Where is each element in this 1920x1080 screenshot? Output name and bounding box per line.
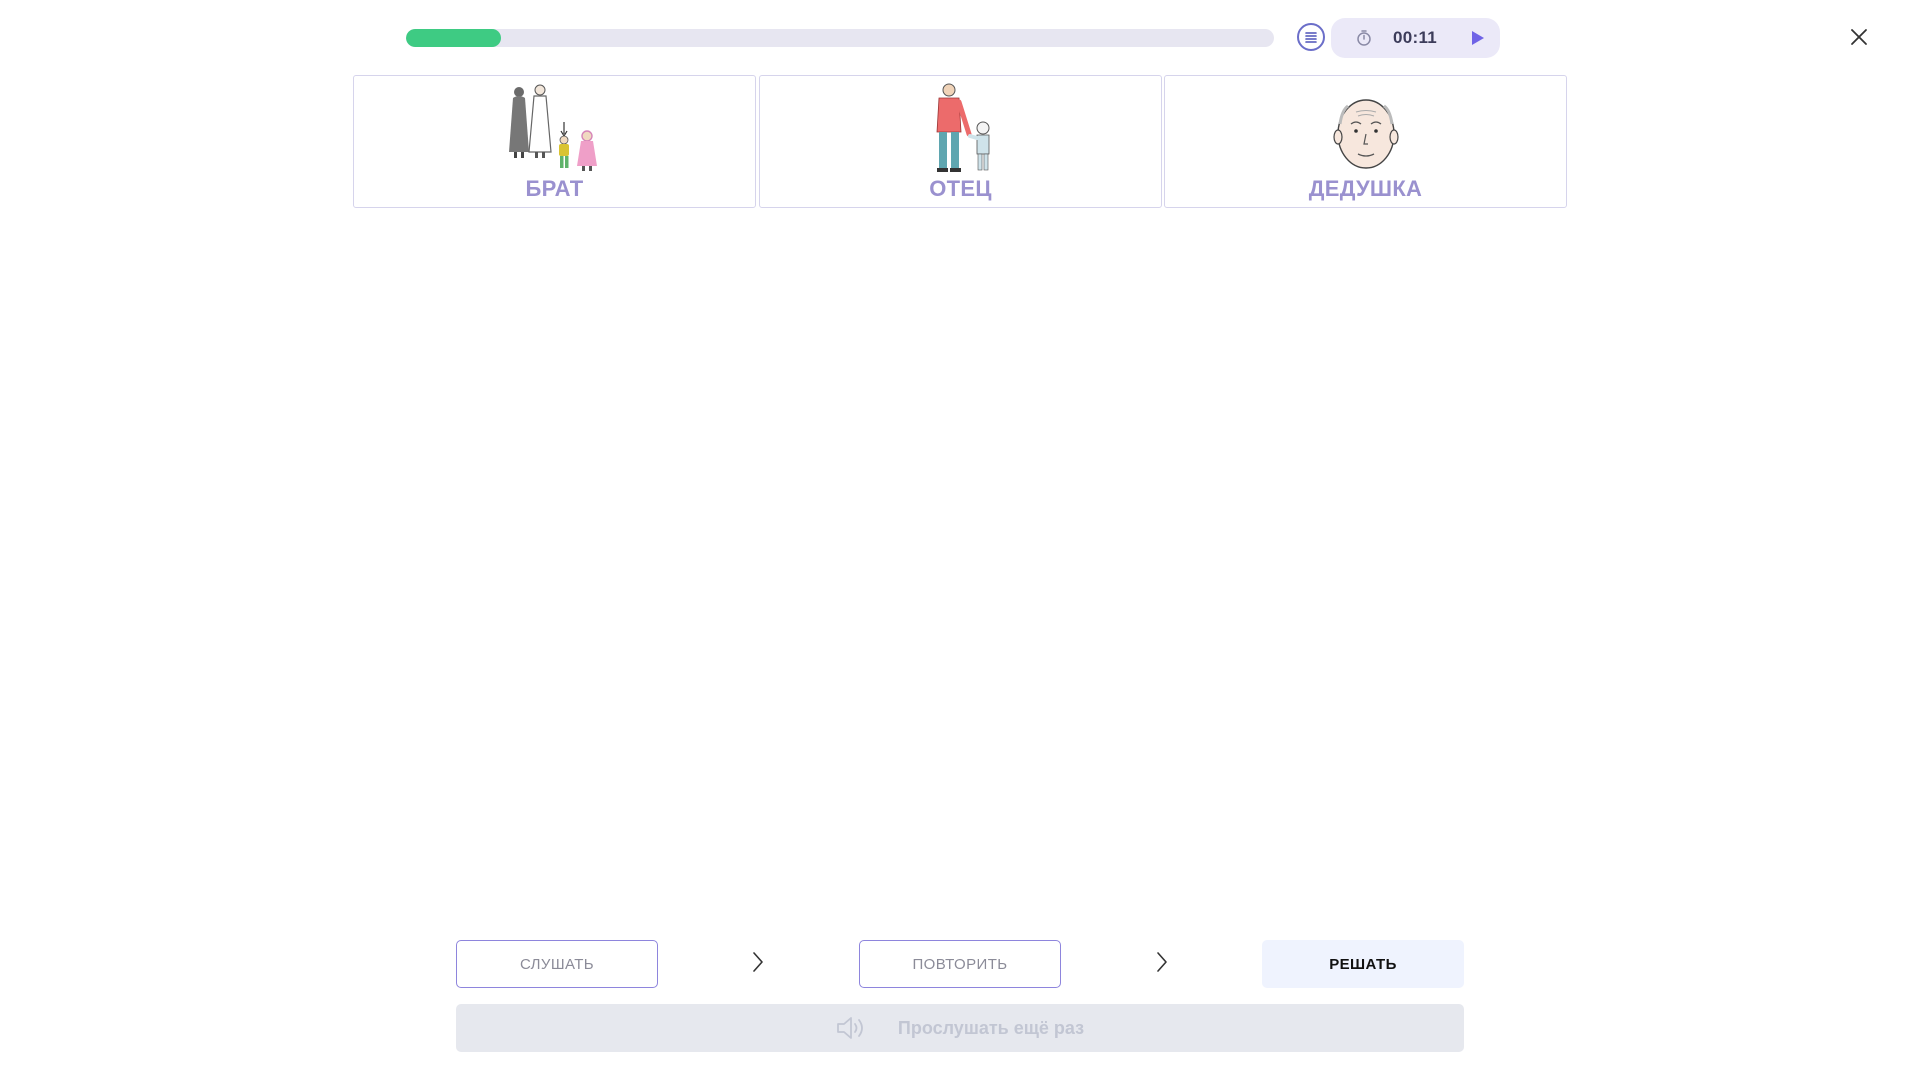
solve-button[interactable]: РЕШАТЬ [1262, 940, 1464, 988]
progress-fill [406, 29, 502, 47]
card-label: БРАТ [525, 176, 584, 201]
close-icon [1851, 29, 1867, 45]
grandfather-face-pictogram [1165, 82, 1566, 174]
stopwatch-icon [1355, 29, 1373, 47]
answer-card-grandfather[interactable]: ДЕДУШКА [1164, 75, 1567, 208]
card-label: ДЕДУШКА [1308, 176, 1423, 201]
repeat-button[interactable]: ПОВТОРИТЬ [859, 940, 1061, 988]
speaker-icon [836, 1015, 868, 1041]
card-label: ОТЕЦ [929, 176, 992, 201]
replay-label: Прослушать ещё раз [897, 1017, 1085, 1038]
father-with-child-pictogram [760, 82, 1161, 174]
replay-audio-button[interactable]: Прослушать ещё раз [456, 1004, 1464, 1052]
play-icon[interactable] [1467, 28, 1487, 48]
timer: 00:11 [1331, 18, 1500, 58]
timer-value: 00:11 [1393, 28, 1438, 47]
list-icon [1305, 32, 1317, 43]
family-pictogram [354, 82, 755, 174]
progress-bar [406, 29, 1274, 47]
listen-button[interactable]: СЛУШАТЬ [456, 940, 658, 988]
answer-card-father[interactable]: ОТЕЦ [759, 75, 1162, 208]
chevron-right-icon [1154, 950, 1170, 974]
chevron-right-icon [750, 950, 766, 974]
task-list-button[interactable] [1297, 23, 1325, 51]
answer-card-brother[interactable]: БРАТ [353, 75, 756, 208]
close-button[interactable] [1846, 24, 1872, 50]
